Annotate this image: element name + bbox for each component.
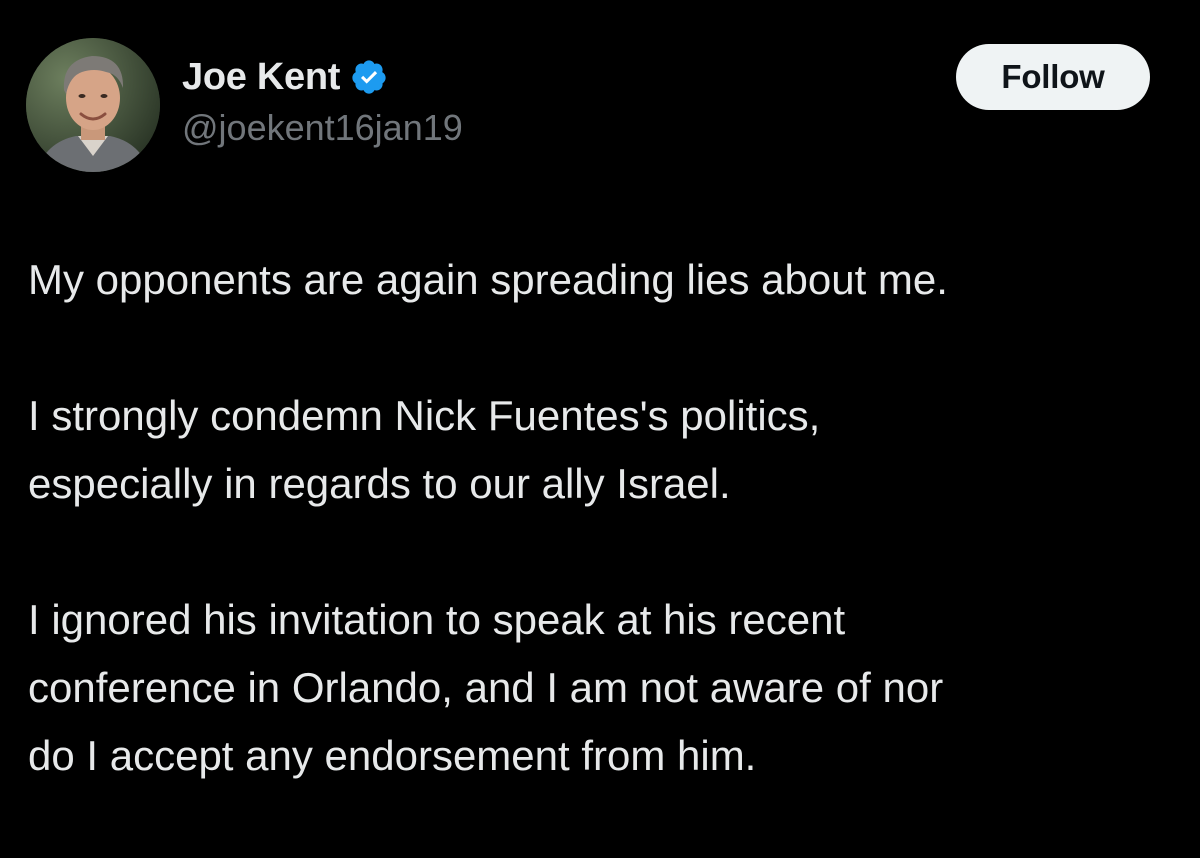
author-name-row: Joe Kent [182,54,388,100]
tweet-paragraph: I ignored his invitation to speak at his… [28,586,1178,790]
tweet-line: I ignored his invitation to speak at his… [28,596,846,643]
verified-badge-icon[interactable] [350,58,388,96]
author-handle[interactable]: @joekent16jan19 [182,107,463,149]
tweet-line: My opponents are again spreading lies ab… [28,256,948,303]
tweet-line: especially in regards to our ally Israel… [28,460,731,507]
author-display-name[interactable]: Joe Kent [182,56,340,99]
tweet-card: Joe Kent @joekent16jan19 Follow My oppon… [0,0,1200,841]
avatar[interactable] [26,38,160,172]
tweet-text: My opponents are again spreading lies ab… [28,246,1178,858]
tweet-paragraph: My opponents are again spreading lies ab… [28,246,1178,314]
tweet-line: do I accept any endorsement from him. [28,732,757,779]
follow-button[interactable]: Follow [956,44,1150,110]
avatar-image [26,38,160,172]
tweet-paragraph: I strongly condemn Nick Fuentes's politi… [28,382,1178,518]
tweet-line: I strongly condemn Nick Fuentes's politi… [28,392,821,439]
tweet-line: conference in Orlando, and I am not awar… [28,664,944,711]
